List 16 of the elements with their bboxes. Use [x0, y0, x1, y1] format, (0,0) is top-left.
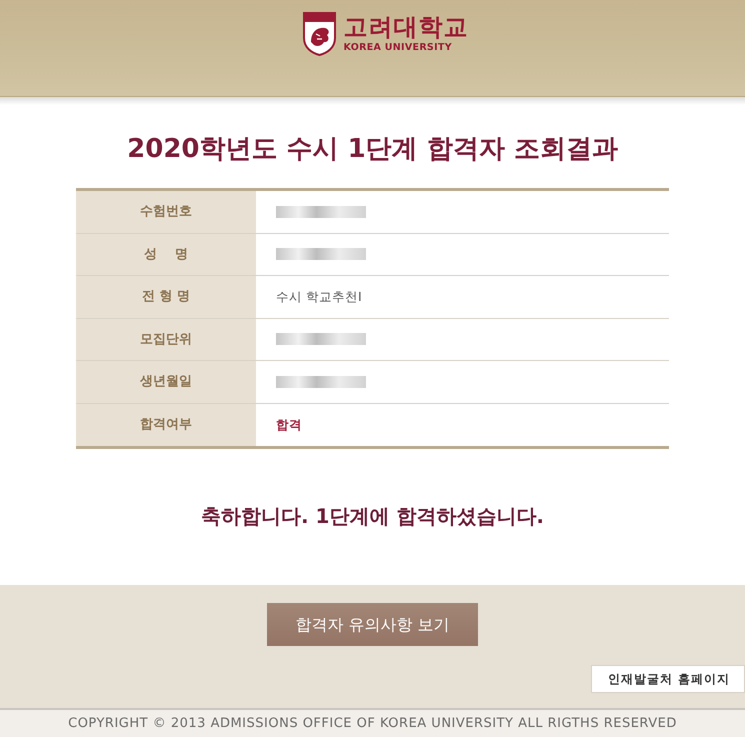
notice-button[interactable]: 합격자 유의사항 보기 — [267, 603, 478, 646]
field-label: 모집단위 — [140, 330, 192, 349]
congratulation-message: 축하합니다. 1단계에 합격하셨습니다. — [200, 503, 546, 530]
field-value: 수시 학교추천I — [276, 288, 362, 306]
homepage-link[interactable]: 인재발굴처 홈페이지 — [590, 665, 745, 694]
field-label: 생년월일 — [140, 373, 192, 392]
page-title: 2020학년도 수시 1단계 합격자 조회결과 — [126, 134, 619, 166]
logo-wordmark: 고려대학교 — [344, 15, 468, 40]
field-label: 수험번호 — [140, 203, 192, 222]
copyright-text: COPYRIGHT © 2013 ADMISSIONS OFFICE OF KOREA UNIVERSITY ALL RIGTHS RESERVED — [68, 714, 677, 733]
field-label: 합격여부 — [140, 416, 192, 434]
field-label: 전 형 명 — [142, 288, 190, 306]
logo-subtitle: KOREA UNIVERSITY — [344, 43, 453, 53]
field-label: 성 명 — [144, 246, 188, 264]
field-value: 합격 — [276, 416, 302, 434]
shield-crest-icon — [302, 12, 336, 56]
